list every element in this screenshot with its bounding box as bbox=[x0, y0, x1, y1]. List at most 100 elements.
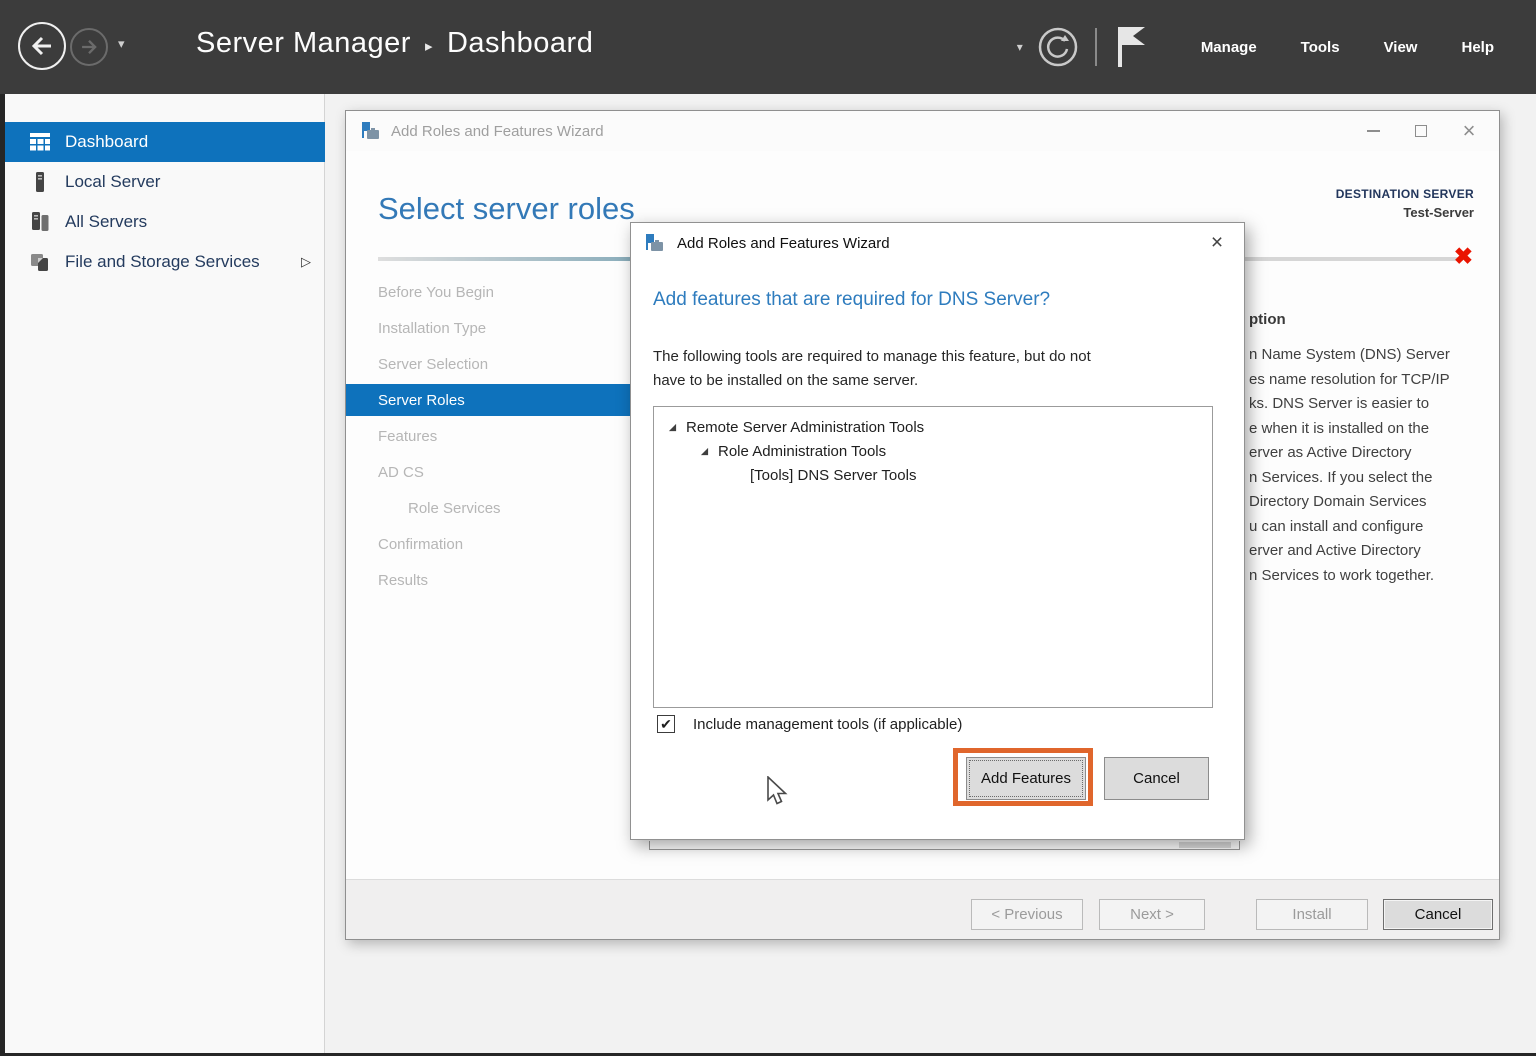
step-ad-cs[interactable]: AD CS bbox=[378, 454, 604, 490]
next-button[interactable]: Next > bbox=[1099, 899, 1205, 930]
description-heading-fragment: ption bbox=[1249, 311, 1477, 328]
menu-help[interactable]: Help bbox=[1439, 0, 1516, 94]
refresh-icon bbox=[1037, 26, 1079, 68]
checkbox-check-icon: ✔ bbox=[660, 716, 672, 733]
cursor-arrow-icon bbox=[766, 776, 790, 806]
description-line: n Services. If you select the bbox=[1249, 466, 1477, 491]
install-button[interactable]: Install bbox=[1256, 899, 1368, 930]
tree-expanded-icon[interactable] bbox=[700, 447, 709, 456]
back-arrow-icon bbox=[29, 33, 55, 59]
description-line: es name resolution for TCP/IP bbox=[1249, 368, 1477, 393]
tree-item-role-admin-tools[interactable]: Role Administration Tools bbox=[700, 439, 886, 463]
step-installation-type[interactable]: Installation Type bbox=[378, 310, 604, 346]
previous-button[interactable]: < Previous bbox=[971, 899, 1083, 930]
sidebar-item-label: File and Storage Services bbox=[65, 252, 260, 272]
step-before-you-begin[interactable]: Before You Begin bbox=[378, 274, 604, 310]
dialog-question: Add features that are required for DNS S… bbox=[653, 289, 1050, 311]
sidebar-item-all-servers[interactable]: All Servers bbox=[5, 202, 325, 242]
required-features-tree[interactable]: Remote Server Administration Tools Role … bbox=[653, 406, 1213, 708]
breadcrumb-app[interactable]: Server Manager bbox=[196, 27, 411, 60]
wizard-footer: < Previous Next > Install Cancel bbox=[346, 879, 1499, 939]
include-mgmt-tools-row: ✔ Include management tools (if applicabl… bbox=[657, 715, 962, 733]
description-line: n Services to work together. bbox=[1249, 564, 1477, 589]
maximize-icon bbox=[1415, 125, 1427, 137]
dashboard-grid-icon bbox=[29, 132, 51, 152]
local-server-icon bbox=[29, 172, 51, 192]
dialog-title: Add Roles and Features Wizard bbox=[677, 235, 890, 252]
dialog-close-button[interactable]: × bbox=[1194, 223, 1240, 263]
minimize-icon bbox=[1367, 130, 1380, 132]
sidebar: Dashboard Local Server All Servers bbox=[5, 94, 325, 1053]
dialog-titlebar[interactable]: Add Roles and Features Wizard × bbox=[631, 223, 1244, 263]
step-results[interactable]: Results bbox=[378, 562, 604, 598]
breadcrumb-separator-icon: ▸ bbox=[425, 37, 433, 55]
tree-expanded-icon[interactable] bbox=[668, 423, 677, 432]
description-line: n Name System (DNS) Server bbox=[1249, 343, 1477, 368]
sidebar-item-local-server[interactable]: Local Server bbox=[5, 162, 325, 202]
back-button[interactable] bbox=[18, 22, 66, 70]
sidebar-item-label: Dashboard bbox=[65, 132, 148, 152]
step-confirmation[interactable]: Confirmation bbox=[378, 526, 604, 562]
dialog-cancel-button[interactable]: Cancel bbox=[1104, 757, 1209, 800]
file-storage-services-icon bbox=[29, 252, 51, 272]
description-line: Directory Domain Services bbox=[1249, 490, 1477, 515]
wizard-cancel-button[interactable]: Cancel bbox=[1383, 899, 1493, 930]
tree-item-label: Role Administration Tools bbox=[718, 443, 886, 460]
description-line: ks. DNS Server is easier to bbox=[1249, 392, 1477, 417]
include-mgmt-tools-label: Include management tools (if applicable) bbox=[693, 716, 962, 733]
description-line: erver and Active Directory bbox=[1249, 539, 1477, 564]
tree-item-dns-server-tools[interactable]: [Tools] DNS Server Tools bbox=[750, 463, 916, 487]
menu-view[interactable]: View bbox=[1362, 0, 1440, 94]
dialog-body-text: The following tools are required to mana… bbox=[653, 345, 1091, 393]
sidebar-item-label: Local Server bbox=[65, 172, 160, 192]
include-mgmt-tools-checkbox[interactable]: ✔ bbox=[657, 715, 675, 733]
sidebar-item-file-storage-services[interactable]: File and Storage Services ▷ bbox=[5, 242, 325, 282]
server-manager-screen: ▾ Server Manager ▸ Dashboard ▾ bbox=[0, 0, 1536, 1056]
tree-item-label: [Tools] DNS Server Tools bbox=[750, 467, 916, 484]
close-icon: × bbox=[1211, 231, 1223, 255]
flag-icon bbox=[1115, 25, 1151, 69]
step-server-selection[interactable]: Server Selection bbox=[378, 346, 604, 382]
wizard-titlebar[interactable]: Add Roles and Features Wizard × bbox=[346, 111, 1499, 151]
wizard-window-title: Add Roles and Features Wizard bbox=[391, 123, 604, 140]
notifications-caret-icon[interactable]: ▾ bbox=[1017, 40, 1023, 54]
step-role-services[interactable]: Role Services bbox=[378, 490, 604, 526]
tree-item-label: Remote Server Administration Tools bbox=[686, 419, 924, 436]
description-line: erver as Active Directory bbox=[1249, 441, 1477, 466]
breadcrumb: Server Manager ▸ Dashboard bbox=[196, 27, 593, 60]
maximize-button[interactable] bbox=[1397, 111, 1445, 151]
forward-button[interactable] bbox=[70, 28, 108, 66]
role-description-panel: ption n Name System (DNS) Server es name… bbox=[1249, 311, 1477, 621]
add-features-dialog: Add Roles and Features Wizard × Add feat… bbox=[630, 222, 1245, 840]
body-line: The following tools are required to mana… bbox=[653, 345, 1091, 369]
wizard-app-icon bbox=[361, 122, 381, 140]
validation-error-icon: ✖ bbox=[1454, 243, 1473, 270]
dialog-app-icon bbox=[645, 234, 665, 252]
roles-list-scrollbar-fragment[interactable] bbox=[1179, 842, 1231, 848]
wizard-page-title: Select server roles bbox=[378, 191, 635, 227]
minimize-button[interactable] bbox=[1349, 111, 1397, 151]
notifications-flag-button[interactable] bbox=[1115, 25, 1151, 69]
refresh-button[interactable] bbox=[1037, 26, 1079, 68]
tree-item-rsat[interactable]: Remote Server Administration Tools bbox=[668, 415, 924, 439]
close-icon: × bbox=[1463, 120, 1476, 142]
all-servers-icon bbox=[29, 212, 51, 232]
mouse-cursor bbox=[766, 776, 790, 811]
step-features[interactable]: Features bbox=[378, 418, 604, 454]
expand-arrow-icon[interactable]: ▷ bbox=[301, 254, 311, 270]
forward-arrow-icon bbox=[79, 37, 99, 57]
menu-manage[interactable]: Manage bbox=[1179, 0, 1279, 94]
step-server-roles[interactable]: Server Roles bbox=[346, 384, 636, 416]
description-line: e when it is installed on the bbox=[1249, 417, 1477, 442]
breadcrumb-page[interactable]: Dashboard bbox=[447, 27, 593, 60]
close-button[interactable]: × bbox=[1445, 111, 1493, 151]
topbar: ▾ Server Manager ▸ Dashboard ▾ bbox=[0, 0, 1536, 94]
menu-tools[interactable]: Tools bbox=[1279, 0, 1362, 94]
window-controls: × bbox=[1349, 111, 1493, 151]
topbar-right-cluster: ▾ Manage Tools View Help bbox=[1017, 0, 1516, 94]
description-line: u can install and configure bbox=[1249, 515, 1477, 540]
nav-history-caret-icon[interactable]: ▾ bbox=[118, 36, 125, 52]
destination-server-name: Test-Server bbox=[1336, 205, 1474, 220]
highlight-annotation-frame bbox=[953, 748, 1093, 806]
sidebar-item-dashboard[interactable]: Dashboard bbox=[5, 122, 325, 162]
